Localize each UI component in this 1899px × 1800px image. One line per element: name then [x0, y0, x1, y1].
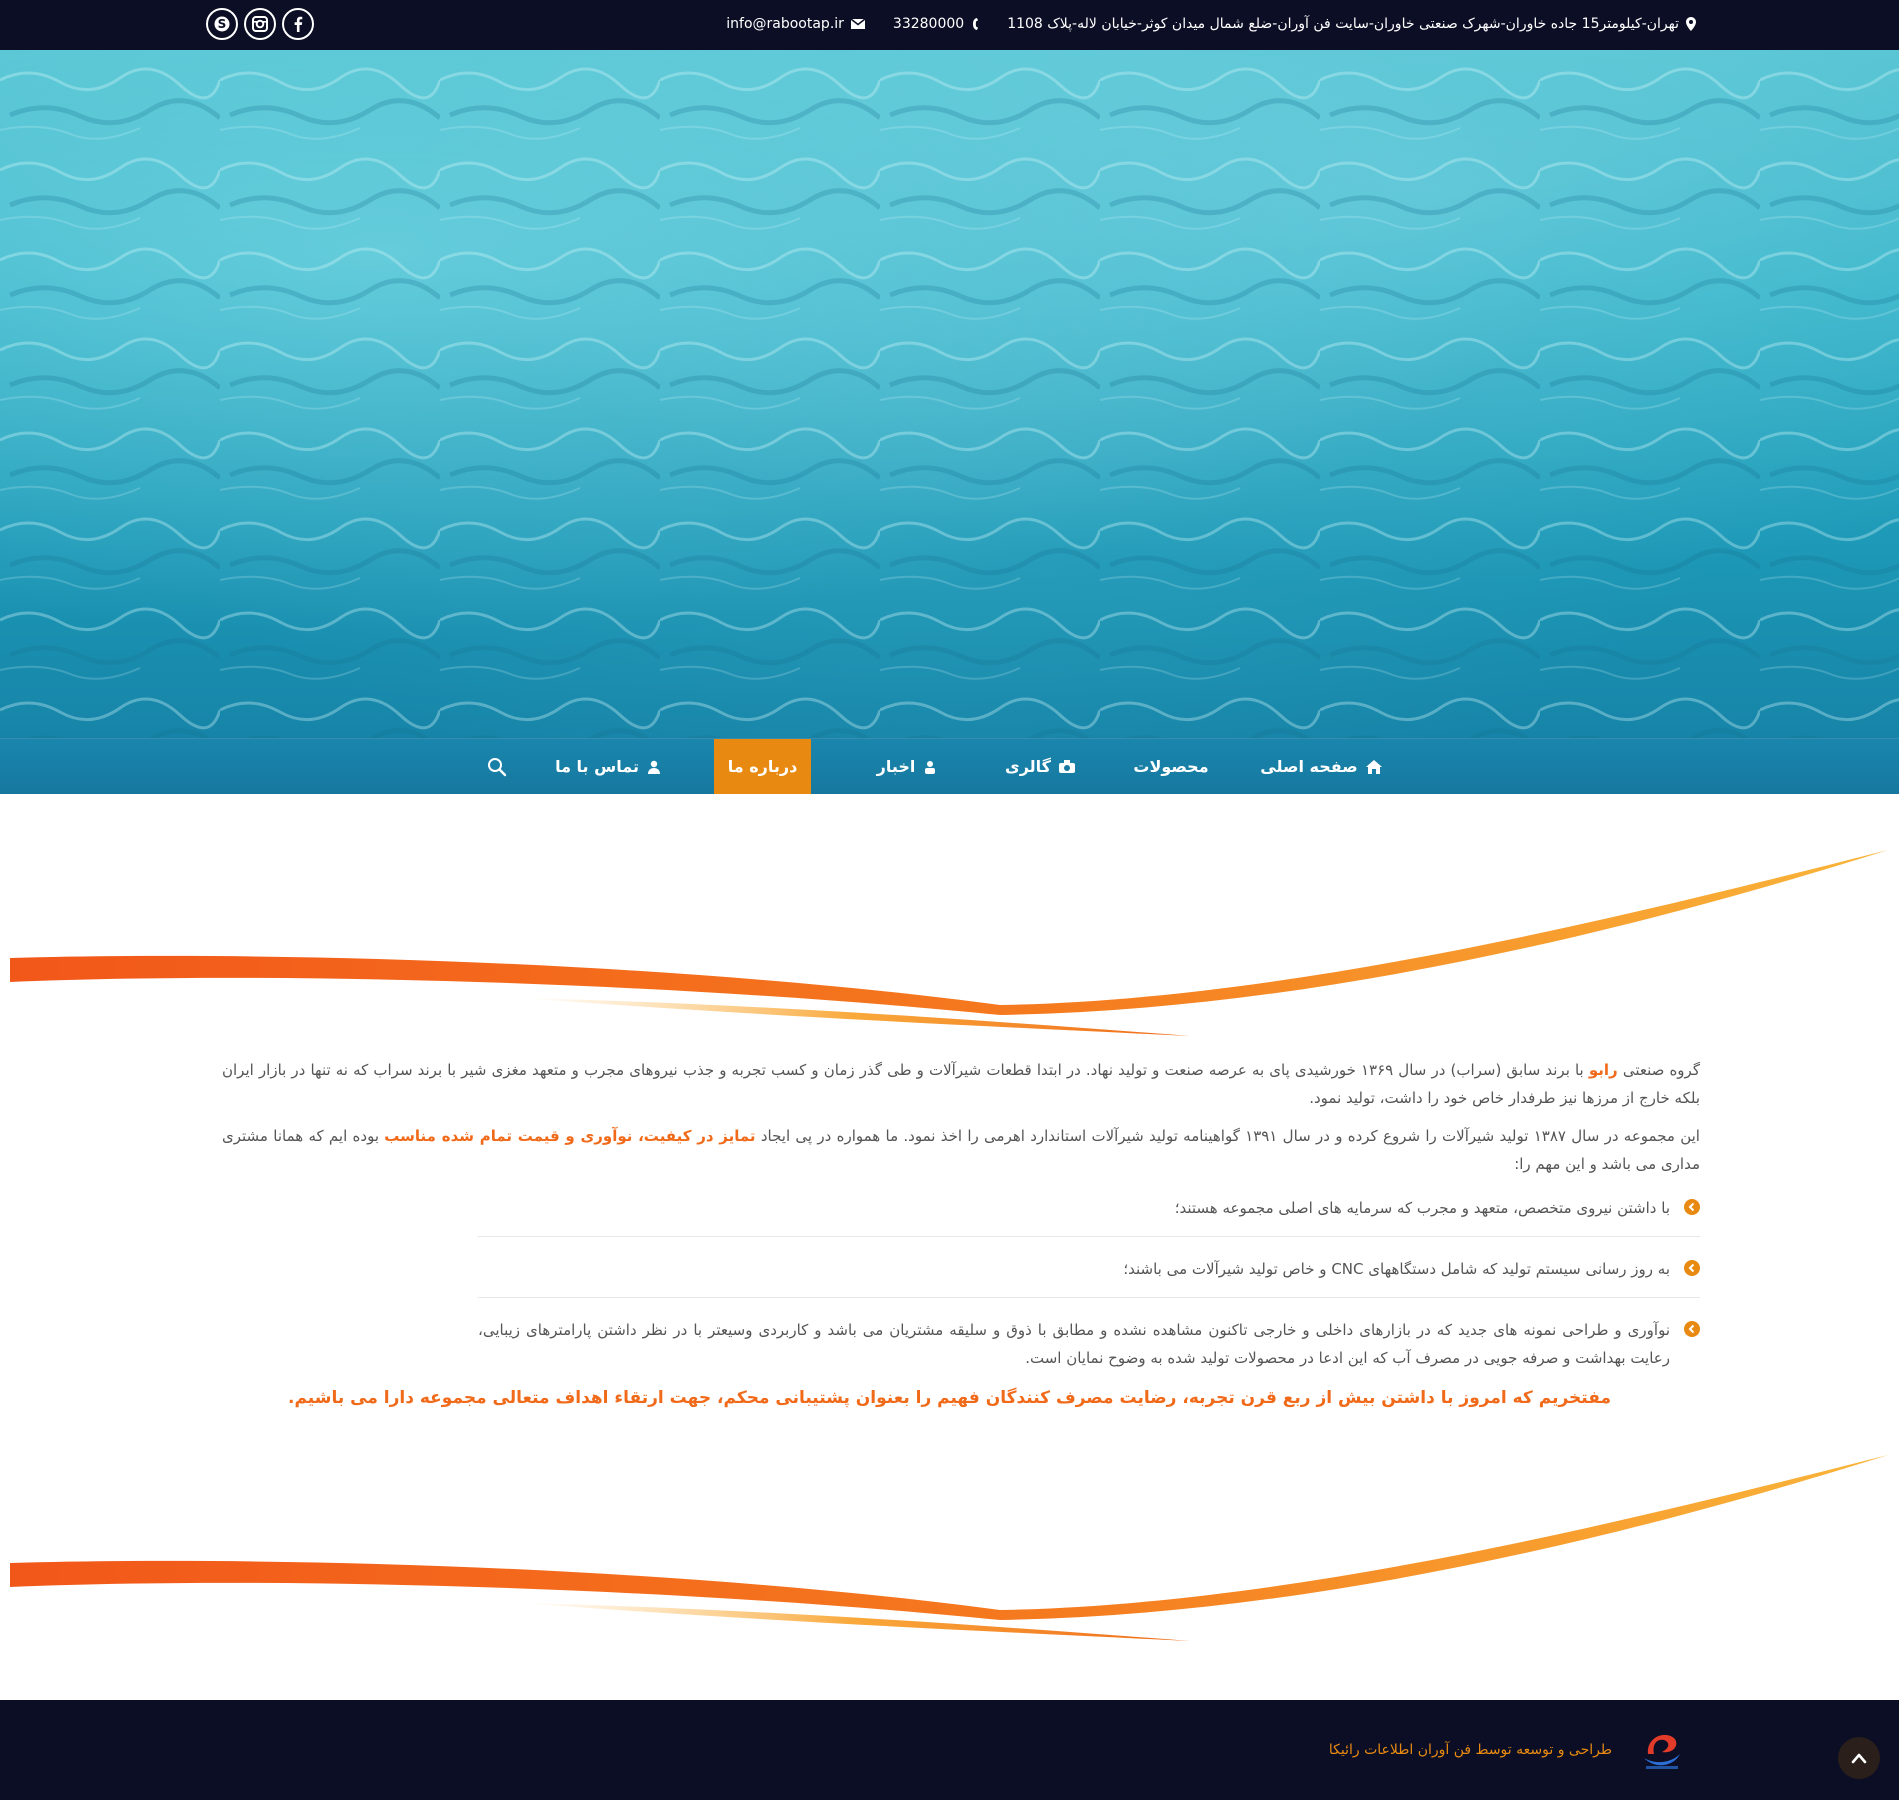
list-item: به روز رسانی سیستم تولید که شامل دستگاهه… [478, 1249, 1700, 1298]
values-list: با داشتن نیروی متخصص، متعهد و مجرب که سر… [478, 1188, 1700, 1386]
social-links: S [206, 8, 314, 40]
chevron-bullet-icon [1684, 1199, 1700, 1215]
nav-about[interactable]: درباره ما [714, 739, 811, 794]
list-item-text: با داشتن نیروی متخصص، متعهد و مجرب که سر… [1174, 1199, 1670, 1217]
brand-name: رابو [1588, 1061, 1618, 1079]
chevron-bullet-icon [1684, 1260, 1700, 1276]
back-to-top-button[interactable] [1838, 1737, 1880, 1779]
search-icon [488, 757, 507, 776]
hero-water-image [0, 50, 1899, 738]
address-text: تهران-کیلومتر15 جاده خاوران-شهرک صنعتی خ… [1007, 16, 1679, 32]
nav-label: گالری [1005, 757, 1051, 776]
list-item-text: به روز رسانی سیستم تولید که شامل دستگاهه… [1123, 1260, 1670, 1278]
highlight-text: تمایز در کیفیت، نوآوری و قیمت تمام شده م… [384, 1127, 756, 1145]
facebook-icon[interactable] [282, 8, 314, 40]
email[interactable]: info@rabootap.ir [726, 16, 865, 32]
search-button[interactable] [480, 739, 514, 794]
top-bar: S تهران-کیلومتر15 جاده خاوران-شهرک صنعتی… [0, 0, 1899, 50]
nav-label: تماس با ما [555, 757, 639, 776]
p1-rest: با برند سابق (سراب) در سال ۱۳۶۹ خورشیدی … [222, 1061, 1700, 1107]
envelope-icon [850, 19, 865, 29]
list-item-text: نوآوری و طراحی نمونه های جدید که در بازا… [478, 1321, 1670, 1367]
contact-info: تهران-کیلومتر15 جاده خاوران-شهرک صنعتی خ… [726, 16, 1696, 32]
main-nav: صفحه اصلی محصولات گالری اخبار درباره ما … [0, 738, 1899, 794]
list-item: با داشتن نیروی متخصص، متعهد و مجرب که سر… [478, 1188, 1700, 1237]
nav-products[interactable]: محصولات [1120, 739, 1222, 794]
about-content: گروه صنعتی رابو با برند سابق (سراب) در س… [222, 1056, 1700, 1398]
footer: طراحی و توسعه توسط فن آوران اطلاعات رائی… [0, 1700, 1899, 1800]
about-paragraph-1: گروه صنعتی رابو با برند سابق (سراب) در س… [222, 1056, 1700, 1112]
nav-label: محصولات [1133, 757, 1209, 776]
camera-icon [1058, 760, 1075, 773]
address: تهران-کیلومتر15 جاده خاوران-شهرک صنعتی خ… [1007, 16, 1696, 32]
phone-icon [973, 18, 979, 30]
user-icon [647, 760, 660, 774]
p2-start: این مجموعه در سال ۱۳۸۷ تولید شیرآلات را … [760, 1127, 1700, 1145]
orange-swoosh-bottom [10, 1455, 1888, 1641]
nav-label: صفحه اصلی [1260, 757, 1358, 776]
instagram-icon[interactable] [244, 8, 276, 40]
nav-gallery[interactable]: گالری [985, 739, 1095, 794]
about-paragraph-2: این مجموعه در سال ۱۳۸۷ تولید شیرآلات را … [222, 1122, 1700, 1178]
footer-credit[interactable]: طراحی و توسعه توسط فن آوران اطلاعات رائی… [1329, 1742, 1612, 1758]
news-icon [925, 760, 936, 774]
nav-contact[interactable]: تماس با ما [548, 739, 668, 794]
skype-icon[interactable]: S [206, 8, 238, 40]
orange-swoosh-top [10, 850, 1888, 1036]
nav-label: درباره ما [727, 757, 798, 776]
list-item: نوآوری و طراحی نمونه های جدید که در بازا… [478, 1310, 1700, 1386]
p1-start: گروه صنعتی [1622, 1061, 1700, 1079]
phone[interactable]: 33280000 [893, 16, 979, 32]
email-text: info@rabootap.ir [726, 16, 844, 32]
nav-home[interactable]: صفحه اصلی [1251, 739, 1391, 794]
home-icon [1365, 759, 1382, 774]
chevron-bullet-icon [1684, 1321, 1700, 1337]
svg-text:S: S [218, 17, 227, 31]
nav-label: اخبار [876, 757, 916, 776]
map-marker-icon [1686, 17, 1696, 31]
phone-text: 33280000 [892, 16, 965, 32]
nav-news[interactable]: اخبار [857, 739, 957, 794]
chevron-up-icon [1851, 1753, 1867, 1764]
slogan: مفتخریم که امروز با داشتن بیش از ربع قرن… [288, 1388, 1611, 1408]
raika-logo-icon [1644, 1734, 1680, 1769]
